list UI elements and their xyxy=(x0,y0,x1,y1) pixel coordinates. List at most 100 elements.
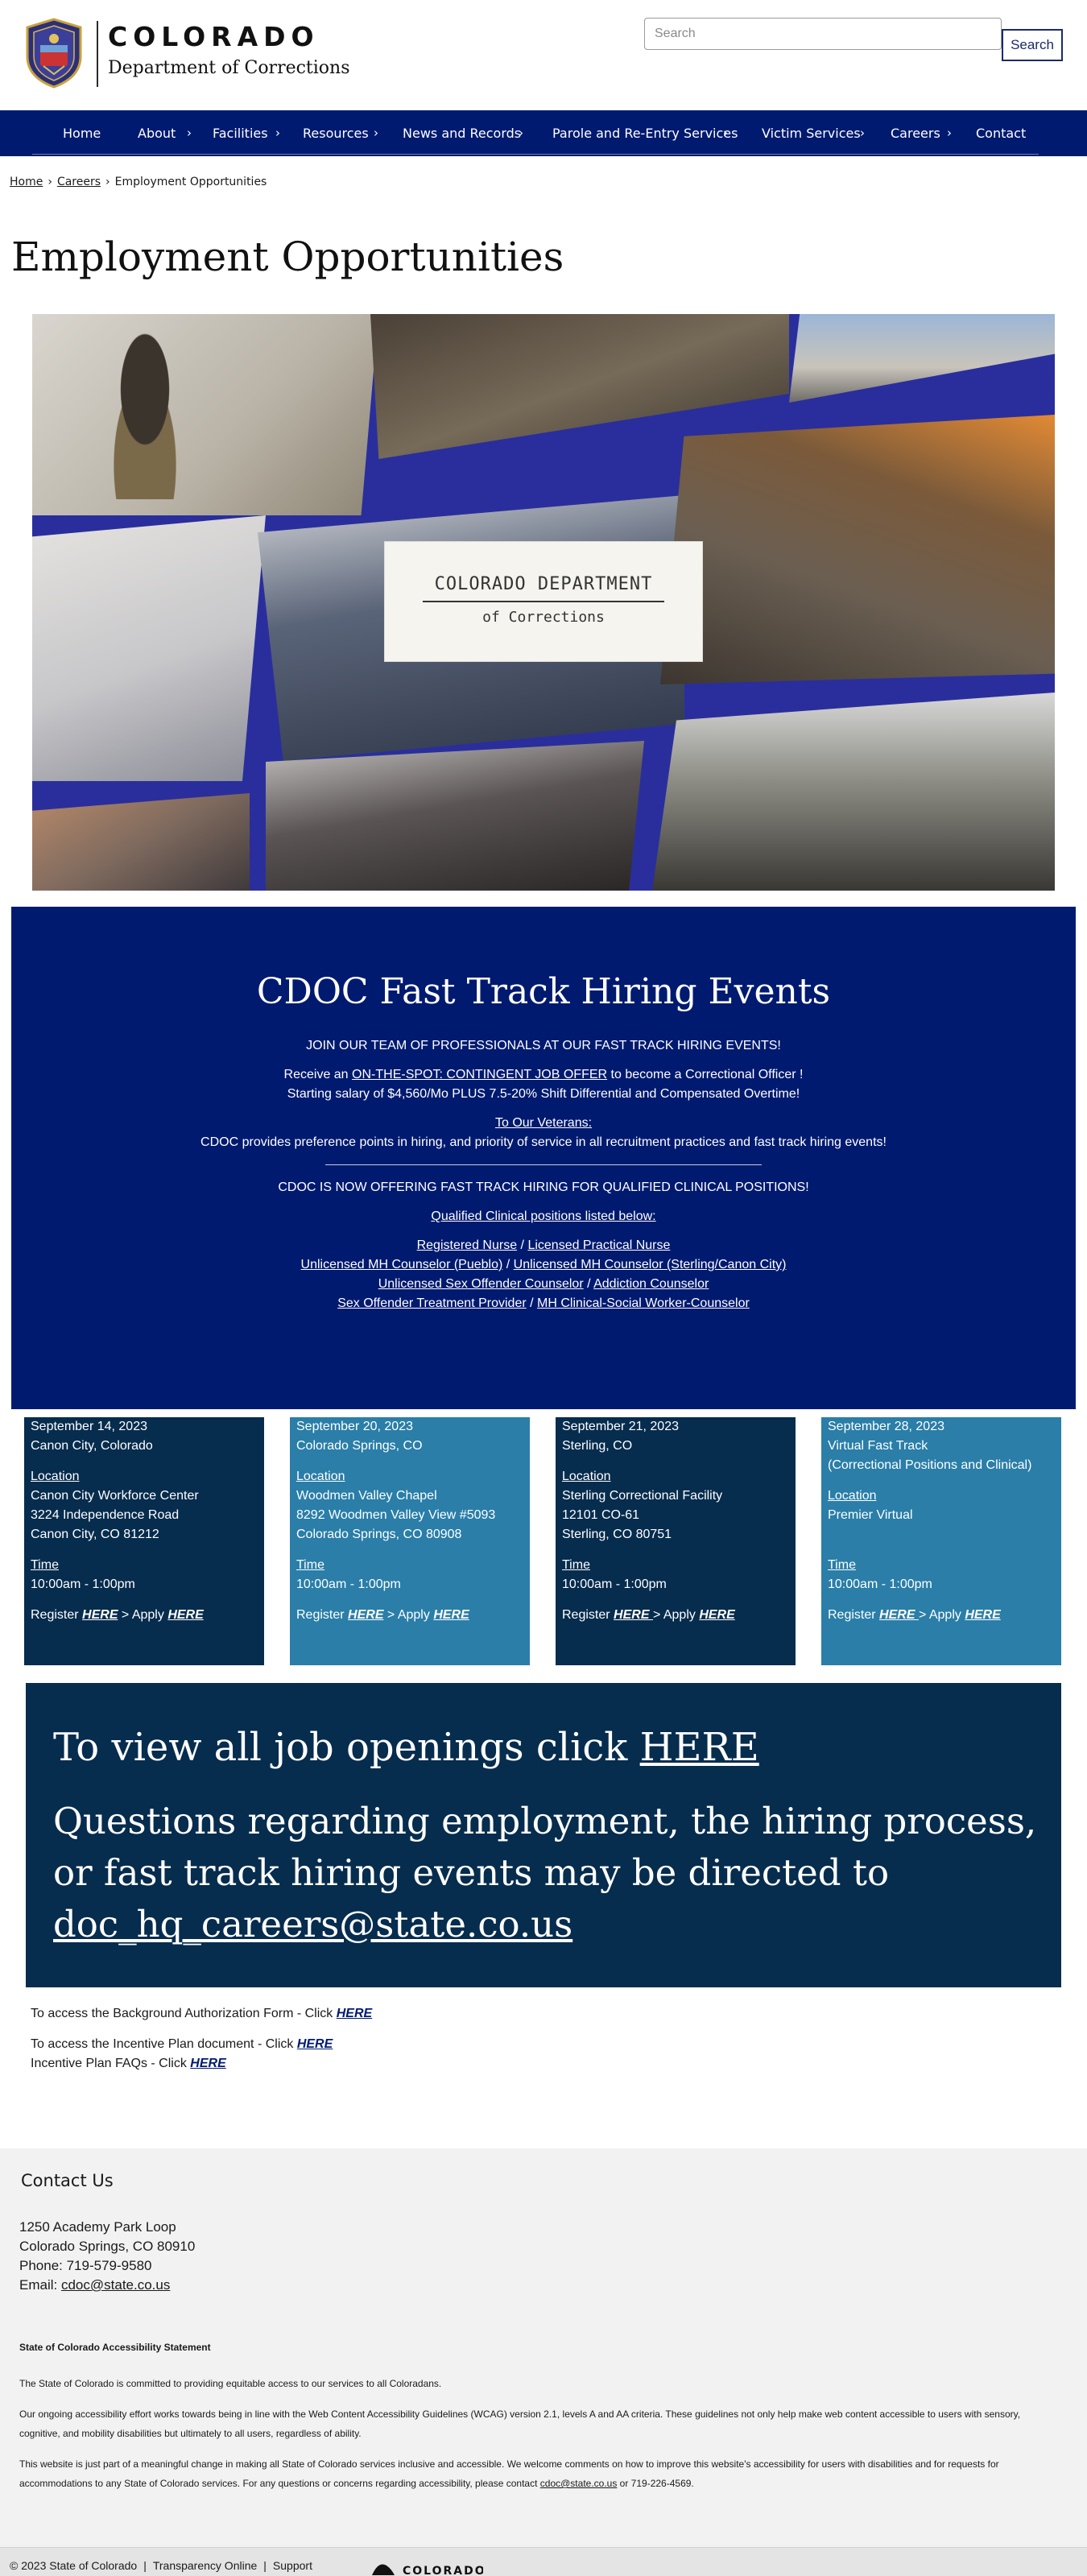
register-link[interactable]: HERE xyxy=(614,1608,653,1622)
search-button[interactable]: Search xyxy=(1002,29,1063,61)
register-link[interactable]: HERE xyxy=(879,1608,919,1622)
chevron-right-icon[interactable]: › xyxy=(723,110,728,156)
background-form-link[interactable]: HERE xyxy=(337,2007,372,2020)
photo-staff-group xyxy=(789,314,1055,403)
positions-row-2: Unlicensed MH Counselor (Pueblo) / Unlic… xyxy=(11,1256,1076,1274)
accessibility-heading: State of Colorado Accessibility Statemen… xyxy=(19,2342,211,2353)
position-link-addiction[interactable]: Addiction Counselor xyxy=(593,1277,709,1291)
position-separator: / xyxy=(517,1238,528,1252)
register-link[interactable]: HERE xyxy=(82,1608,118,1622)
search-input[interactable] xyxy=(644,18,1002,50)
fast-track-join-line: JOIN OUR TEAM OF PROFESSIONALS AT OUR FA… xyxy=(306,1039,781,1052)
chevron-right-icon[interactable]: › xyxy=(374,110,378,156)
chevron-right-icon[interactable]: › xyxy=(187,110,192,156)
nav-item-parole-reentry[interactable]: Parole and Re-Entry Services xyxy=(552,110,738,156)
event-city: Sterling, CO xyxy=(562,1439,633,1453)
offer-suffix: to become a Correctional Officer ! xyxy=(607,1068,804,1081)
apply-link[interactable]: HERE xyxy=(699,1608,734,1622)
accessibility-paragraph: The State of Colorado is committed to pr… xyxy=(19,2378,442,2389)
contact-email-link[interactable]: cdoc@state.co.us xyxy=(61,2277,170,2293)
apply-link[interactable]: HERE xyxy=(965,1608,1000,1622)
chevron-right-icon[interactable]: › xyxy=(519,110,523,156)
colorado-seal-logo[interactable] xyxy=(24,18,84,89)
breadcrumb: Home › Careers › Employment Opportunities xyxy=(10,176,267,188)
position-link-mh-sterling[interactable]: Unlicensed MH Counselor (Sterling/Canon … xyxy=(514,1258,787,1271)
incentive-faq-line: Incentive Plan FAQs - Click HERE xyxy=(31,2057,226,2071)
event-actions: Register HERE > Apply HERE xyxy=(562,1606,789,1625)
address-line-2: Colorado Springs, CO 80910 xyxy=(19,2239,196,2254)
position-link-sot-provider[interactable]: Sex Offender Treatment Provider xyxy=(337,1296,526,1310)
position-link-sex-offender-counselor[interactable]: Unlicensed Sex Offender Counselor xyxy=(378,1277,584,1291)
photo-women-group xyxy=(32,793,250,891)
incentive-plan-link[interactable]: HERE xyxy=(297,2037,333,2051)
accessibility-paragraph: Our ongoing accessibility effort works t… xyxy=(19,2409,1021,2439)
transparency-online-link[interactable]: Transparency Online xyxy=(153,2559,257,2572)
event-location-line: Sterling, CO 80751 xyxy=(562,1528,672,1541)
veterans-heading: To Our Veterans: xyxy=(11,1114,1076,1132)
nav-item-careers[interactable]: Careers xyxy=(891,110,940,156)
offer-link[interactable]: ON-THE-SPOT: CONTINGENT JOB OFFER xyxy=(352,1068,607,1081)
nav-item-about[interactable]: About xyxy=(138,110,176,156)
event-location-line: 3224 Independence Road xyxy=(31,1508,180,1522)
nav-item-facilities[interactable]: Facilities xyxy=(213,110,268,156)
hero-title-card: COLORADO DEPARTMENT of Corrections xyxy=(384,541,703,662)
colorado-state-logo[interactable]: COLORADO xyxy=(370,2559,483,2576)
clinical-heading: Qualified Clinical positions listed belo… xyxy=(11,1208,1076,1226)
chevron-right-icon[interactable]: › xyxy=(860,110,865,156)
time-label-text: Time xyxy=(562,1558,590,1572)
breadcrumb-current: Employment Opportunities xyxy=(114,176,267,188)
hero-collage-image: COLORADO DEPARTMENT of Corrections xyxy=(32,314,1055,891)
event-card: September 14, 2023 Canon City, Colorado … xyxy=(24,1417,264,1665)
breadcrumb-separator: › xyxy=(48,176,52,188)
accessibility-email-link[interactable]: cdoc@state.co.us xyxy=(540,2478,618,2489)
brand-subtitle[interactable]: Department of Corrections xyxy=(108,58,350,78)
nav-item-contact[interactable]: Contact xyxy=(976,110,1026,156)
fast-track-section: CDOC Fast Track Hiring Events JOIN OUR T… xyxy=(11,907,1076,1409)
nav-item-home[interactable]: Home xyxy=(63,110,101,156)
fast-track-heading: CDOC Fast Track Hiring Events xyxy=(256,971,831,1012)
phone-line: Phone: 719-579-9580 xyxy=(19,2258,152,2273)
copyright-text: © 2023 State of Colorado xyxy=(10,2559,138,2572)
nav-item-victim-services[interactable]: Victim Services xyxy=(762,110,861,156)
position-link-mh-pueblo[interactable]: Unlicensed MH Counselor (Pueblo) xyxy=(301,1258,503,1271)
breadcrumb-careers-link[interactable]: Careers xyxy=(57,176,101,188)
apply-text: > Apply xyxy=(652,1608,700,1622)
position-link-lpn[interactable]: Licensed Practical Nurse xyxy=(527,1238,670,1252)
photo-event-group xyxy=(266,741,644,891)
photo-k9-dog xyxy=(32,314,378,515)
incentive-faq-link[interactable]: HERE xyxy=(190,2057,225,2070)
offer-prefix: Receive an xyxy=(283,1068,353,1081)
location-label-text: Location xyxy=(828,1489,877,1503)
careers-email-link[interactable]: doc_hq_careers@state.co.us xyxy=(53,1903,572,1945)
position-link-mh-clinical-social[interactable]: MH Clinical-Social Worker-Counselor xyxy=(537,1296,750,1310)
register-link[interactable]: HERE xyxy=(348,1608,383,1622)
nav-item-news-records[interactable]: News and Records xyxy=(403,110,521,156)
event-location-line: 12101 CO-61 xyxy=(562,1508,640,1522)
nav-item-resources[interactable]: Resources xyxy=(303,110,369,156)
event-location-label: Location xyxy=(562,1467,789,1486)
event-location-line: 8292 Woodmen Valley View #5093 xyxy=(296,1508,496,1522)
breadcrumb-home-link[interactable]: Home xyxy=(10,176,43,188)
event-time-label: Time xyxy=(31,1556,258,1575)
apply-link[interactable]: HERE xyxy=(433,1608,469,1622)
support-link[interactable]: Support xyxy=(273,2559,312,2572)
event-location-line: Premier Virtual xyxy=(828,1508,913,1522)
photo-two-officers xyxy=(32,515,266,781)
position-separator: / xyxy=(526,1296,538,1310)
view-openings-link[interactable]: HERE xyxy=(640,1725,759,1770)
chevron-right-icon[interactable]: › xyxy=(947,110,952,156)
event-location-label: Location xyxy=(296,1467,523,1486)
fast-track-offer-line: Receive an ON-THE-SPOT: CONTINGENT JOB O… xyxy=(11,1066,1076,1084)
location-label-text: Location xyxy=(31,1470,80,1483)
apply-link[interactable]: HERE xyxy=(167,1608,203,1622)
brand-title[interactable]: COLORADO xyxy=(108,21,320,52)
view-openings-text: To view all job openings click xyxy=(53,1725,640,1770)
register-text: Register xyxy=(562,1608,614,1622)
accessibility-paragraph: This website is just part of a meaningfu… xyxy=(19,2454,1058,2493)
event-date: September 20, 2023 xyxy=(296,1420,413,1433)
chevron-right-icon[interactable]: › xyxy=(275,110,280,156)
accessibility-phone-text: or 719-226-4569. xyxy=(617,2478,694,2489)
positions-row-3: Unlicensed Sex Offender Counselor / Addi… xyxy=(11,1276,1076,1293)
event-date: September 21, 2023 xyxy=(562,1420,679,1433)
position-link-rn[interactable]: Registered Nurse xyxy=(417,1238,518,1252)
